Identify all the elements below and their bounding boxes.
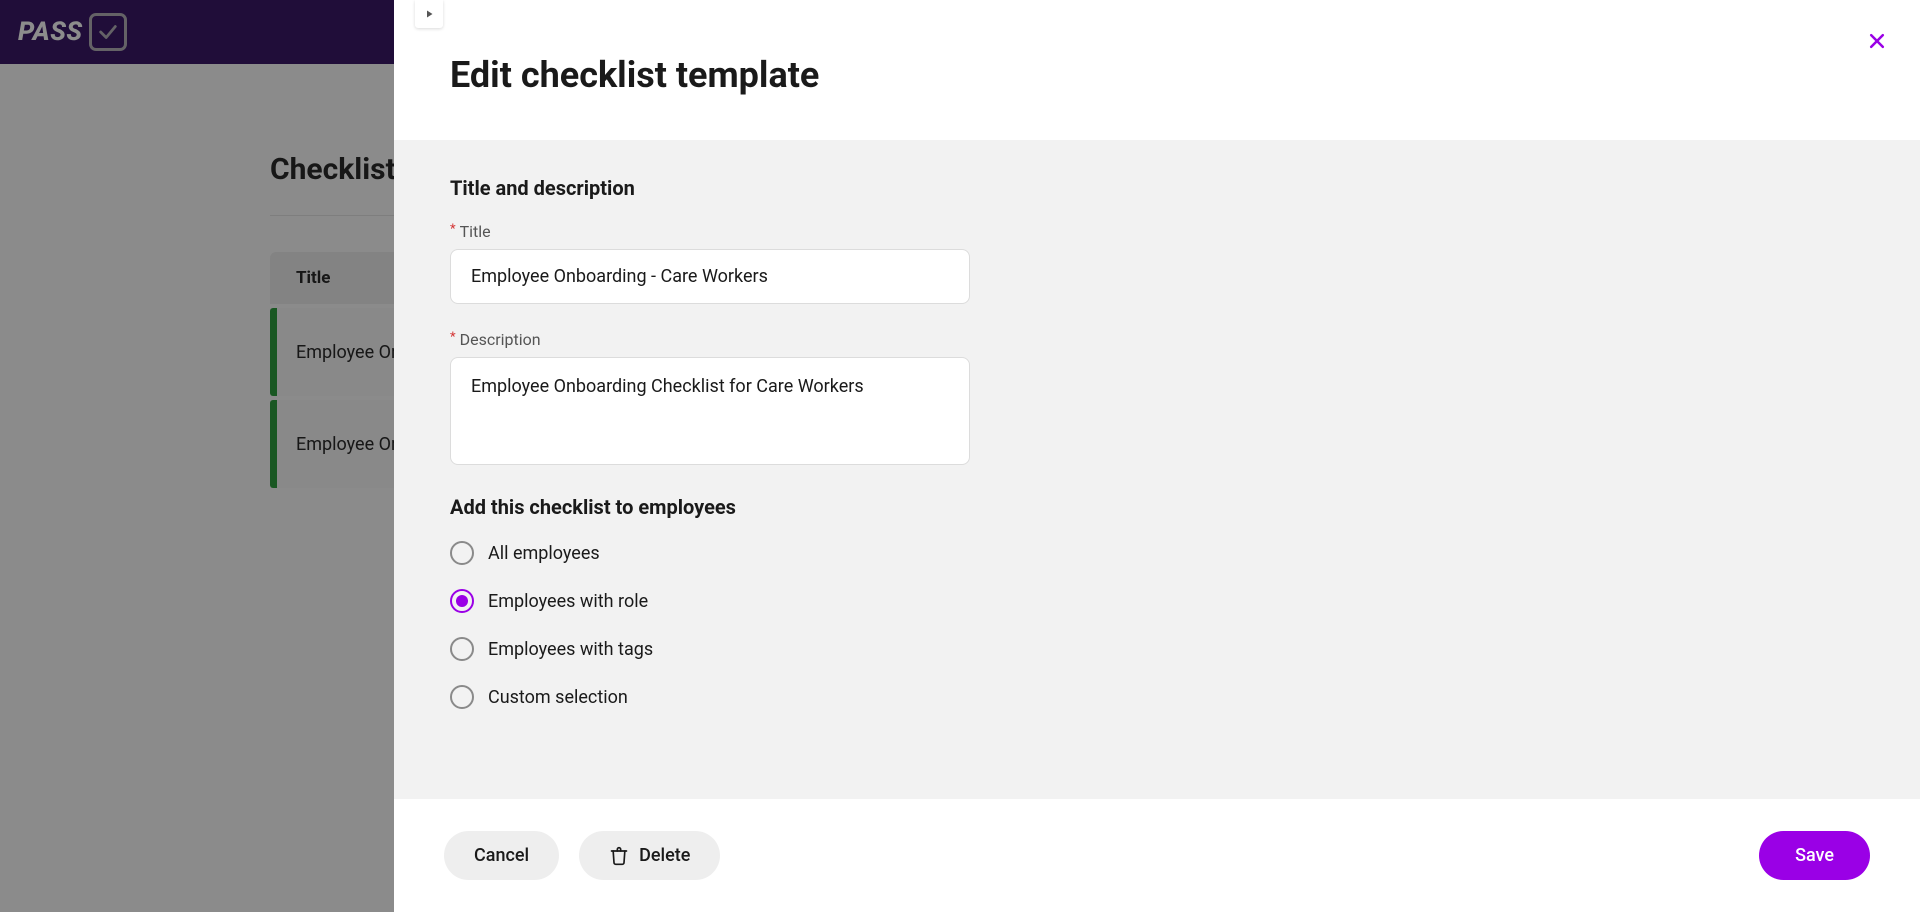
radio-custom[interactable]: Custom selection	[450, 685, 1864, 709]
field-description: *Description	[450, 330, 1864, 469]
save-button-label: Save	[1795, 845, 1834, 866]
radio-dot-icon	[450, 589, 474, 613]
drawer-footer: Cancel Delete Save	[394, 799, 1920, 912]
radio-dot-icon	[450, 541, 474, 565]
save-button[interactable]: Save	[1759, 831, 1870, 880]
drawer-header: Edit checklist template	[394, 0, 1920, 140]
radio-label: All employees	[488, 543, 600, 564]
drawer-play-handle[interactable]	[415, 0, 443, 28]
title-input[interactable]	[450, 249, 970, 304]
assign-radio-group: All employees Employees with role Employee…	[450, 541, 1864, 709]
delete-button[interactable]: Delete	[579, 831, 720, 880]
radio-tags[interactable]: Employees with tags	[450, 637, 1864, 661]
drawer-title: Edit checklist template	[450, 54, 1864, 96]
trash-icon	[609, 846, 629, 866]
description-input[interactable]	[450, 357, 970, 465]
radio-dot-icon	[450, 685, 474, 709]
radio-dot-icon	[450, 637, 474, 661]
close-button[interactable]	[1860, 24, 1894, 58]
label-title: *Title	[450, 222, 1864, 241]
label-description: *Description	[450, 330, 1864, 349]
section-assign: Add this checklist to employees	[450, 495, 1864, 519]
radio-label: Employees with tags	[488, 639, 653, 660]
close-icon	[1867, 31, 1887, 51]
radio-role[interactable]: Employees with role	[450, 589, 1864, 613]
field-title: *Title	[450, 222, 1864, 304]
radio-label: Employees with role	[488, 591, 648, 612]
cancel-button[interactable]: Cancel	[444, 831, 559, 880]
section-title-description: Title and description	[450, 176, 1864, 200]
cancel-button-label: Cancel	[474, 845, 529, 866]
radio-label: Custom selection	[488, 687, 628, 708]
radio-all[interactable]: All employees	[450, 541, 1864, 565]
drawer-body[interactable]: Title and description *Title *Descriptio…	[394, 140, 1920, 799]
edit-checklist-drawer: Edit checklist template Title and descri…	[394, 0, 1920, 912]
required-star-icon: *	[450, 330, 456, 345]
required-star-icon: *	[450, 222, 456, 237]
delete-button-label: Delete	[639, 845, 690, 866]
